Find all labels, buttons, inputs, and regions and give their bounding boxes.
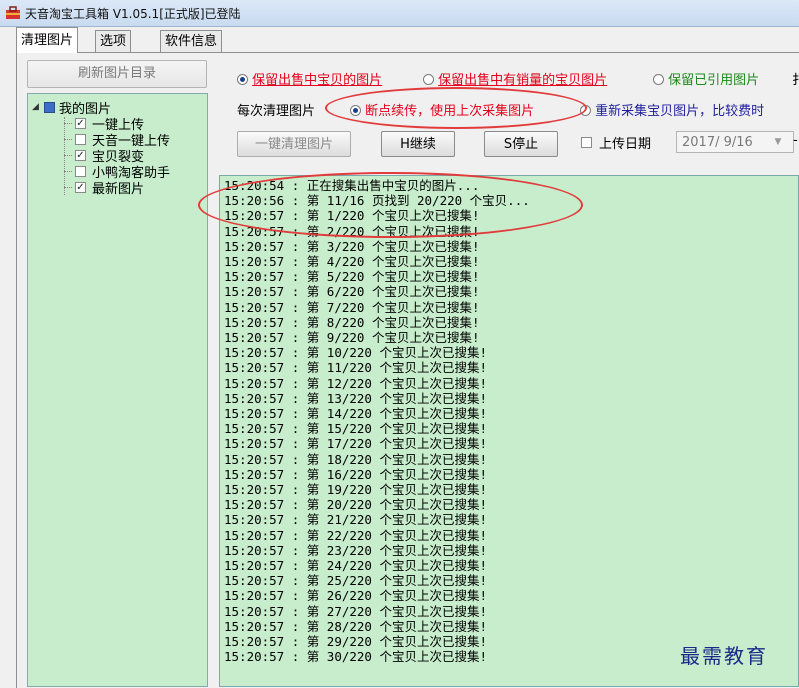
log-line: 15:20:57 : 第 5/220 个宝贝上次已搜集!	[224, 269, 480, 285]
log-line: 15:20:57 : 第 24/220 个宝贝上次已搜集!	[224, 558, 488, 573]
log-line: 15:20:57 : 第 2/220 个宝贝上次已搜集!	[224, 223, 480, 239]
log-line: 15:20:57 : 第 29/220 个宝贝上次已搜集!	[224, 634, 488, 649]
log-line: 15:20:57 : 第 15/220 个宝贝上次已搜集!	[224, 421, 488, 437]
radio-selected-icon[interactable]	[237, 74, 248, 85]
upload-date-picker[interactable]: 2017/ 9/16 ▼	[676, 131, 794, 153]
log-line: 15:20:57 : 第 22/220 个宝贝上次已搜集!	[224, 527, 488, 543]
upload-date-checkbox[interactable]	[581, 137, 592, 148]
continue-button[interactable]: H继续	[381, 131, 455, 157]
option-keep-referenced[interactable]: 保留已引用图片	[653, 69, 759, 88]
log-line: 15:20:57 : 第 17/220 个宝贝上次已搜集!	[224, 436, 488, 452]
tab-clean-images[interactable]: 清理图片	[16, 27, 79, 53]
log-line: 15:20:57 : 第 4/220 个宝贝上次已搜集!	[224, 254, 480, 269]
log-line: 15:20:57 : 第 20/220 个宝贝上次已搜集!	[224, 497, 488, 513]
log-line: 15:20:57 : 第 9/220 个宝贝上次已搜集!	[224, 330, 480, 345]
log-line: 15:20:57 : 第 28/220 个宝贝上次已搜集!	[224, 618, 488, 634]
log-line: 15:20:57 : 第 25/220 个宝贝上次已搜集!	[224, 573, 488, 589]
log-line: 15:20:57 : 第 3/220 个宝贝上次已搜集!	[224, 238, 480, 254]
checkbox-checked[interactable]: ✓	[75, 149, 86, 161]
log-line: 15:20:57 : 第 7/220 个宝贝上次已搜集!	[224, 299, 480, 315]
log-line: 15:20:57 : 第 12/220 个宝贝上次已搜集!	[224, 375, 488, 391]
tab-software-info[interactable]: 软件信息	[160, 30, 223, 52]
image-folder-tree: ◢ 我的图片 ✓ 一键上传 天音一键上传 ✓ 宝贝裂变 小鸭淘客助手 ✓ 最新图…	[27, 93, 208, 687]
window-title: 天音淘宝工具箱 V1.05.1[正式版]已登陆	[25, 7, 241, 21]
option-label: 保留出售中有销量的宝贝图片	[438, 73, 608, 88]
option-label: 重新采集宝贝图片，比较费时	[595, 104, 765, 119]
one-click-clean-button[interactable]: 一键清理图片	[237, 131, 351, 157]
option-recollect[interactable]: 重新采集宝贝图片，比较费时	[580, 100, 764, 119]
chevron-down-icon[interactable]: ▼	[771, 132, 785, 153]
toolbox-icon	[6, 6, 20, 19]
log-line: 15:20:57 : 第 10/220 个宝贝上次已搜集!	[224, 345, 488, 361]
log-line: 15:20:57 : 第 16/220 个宝贝上次已搜集!	[224, 466, 488, 482]
watermark-text: 最需教育	[680, 644, 768, 668]
folder-icon	[44, 101, 55, 113]
upload-date-label: 上传日期	[599, 137, 652, 152]
log-line: 15:20:57 : 第 6/220 个宝贝上次已搜集!	[224, 284, 480, 300]
log-line: 15:20:57 : 第 8/220 个宝贝上次已搜集!	[224, 314, 480, 330]
each-clean-label: 每次清理图片	[237, 104, 316, 119]
log-line: 15:20:57 : 第 21/220 个宝贝上次已搜集!	[224, 512, 488, 528]
radio-unselected-icon[interactable]	[653, 74, 664, 85]
log-line: 15:20:54 : 正在搜集出售中宝贝的图片...	[224, 178, 480, 193]
log-line: 15:20:57 : 第 27/220 个宝贝上次已搜集!	[224, 603, 488, 619]
option-cut-off: 扌	[792, 73, 799, 88]
upload-date-value: 2017/ 9/16	[682, 135, 753, 150]
option-keep-selling[interactable]: 保留出售中宝贝的图片	[237, 69, 382, 88]
title-bar: 天音淘宝工具箱 V1.05.1[正式版]已登陆	[0, 0, 799, 27]
log-line: 15:20:57 : 第 11/220 个宝贝上次已搜集!	[224, 360, 488, 376]
log-line: 15:20:57 : 第 18/220 个宝贝上次已搜集!	[224, 451, 488, 467]
log-line: 15:20:57 : 第 14/220 个宝贝上次已搜集!	[224, 406, 488, 421]
checkbox-checked[interactable]: ✓	[75, 181, 86, 193]
option-keep-with-sales[interactable]: 保留出售中有销量的宝贝图片	[423, 69, 607, 88]
log-output[interactable]: 15:20:54 : 正在搜集出售中宝贝的图片... 15:20:56 : 第 1…	[219, 175, 799, 687]
log-line: 15:20:57 : 第 23/220 个宝贝上次已搜集!	[224, 542, 488, 558]
log-line: 15:20:57 : 第 26/220 个宝贝上次已搜集!	[224, 588, 488, 604]
tree-item-label: 最新图片	[92, 181, 145, 197]
radio-unselected-icon[interactable]	[580, 105, 591, 116]
radio-unselected-icon[interactable]	[423, 74, 434, 85]
date-range-dash: -	[793, 133, 798, 148]
radio-selected-icon[interactable]	[350, 105, 361, 116]
option-label: 保留出售中宝贝的图片	[252, 73, 383, 88]
log-line: 15:20:57 : 第 13/220 个宝贝上次已搜集!	[224, 390, 488, 406]
log-line: 15:20:57 : 第 1/220 个宝贝上次已搜集!	[224, 208, 480, 224]
tab-strip: 清理图片 选项 软件信息	[0, 27, 799, 53]
checkbox-unchecked[interactable]	[75, 133, 86, 145]
tab-options[interactable]: 选项	[95, 30, 132, 52]
option-resume[interactable]: 断点续传，使用上次采集图片	[350, 100, 534, 119]
log-line: 15:20:57 : 第 30/220 个宝贝上次已搜集!	[224, 649, 488, 665]
collapse-triangle-icon[interactable]: ◢	[32, 102, 42, 112]
checkbox-unchecked[interactable]	[75, 165, 86, 177]
log-line: 15:20:57 : 第 19/220 个宝贝上次已搜集!	[224, 482, 488, 497]
option-label: 保留已引用图片	[668, 73, 760, 88]
stop-button[interactable]: S停止	[484, 131, 558, 157]
tree-item-latest-images[interactable]: ✓ 最新图片	[64, 179, 145, 197]
log-line: 15:20:56 : 第 11/16 页找到 20/220 个宝贝...	[224, 193, 530, 209]
refresh-directory-button[interactable]: 刷新图片目录	[27, 60, 207, 88]
checkbox-checked[interactable]: ✓	[75, 117, 86, 129]
option-label: 断点续传，使用上次采集图片	[365, 104, 535, 119]
